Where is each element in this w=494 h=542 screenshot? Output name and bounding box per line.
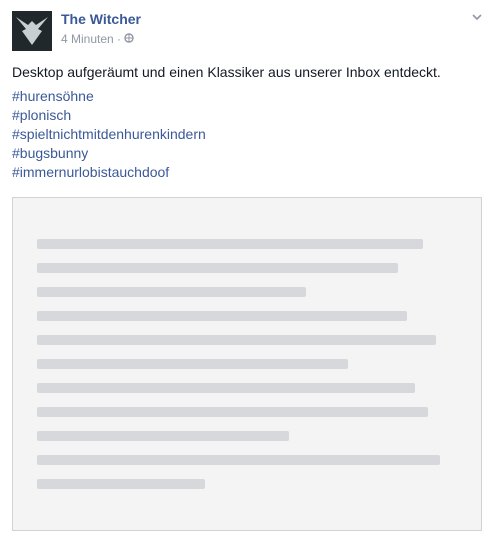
screenshot-text-omitted [37, 225, 457, 503]
page-avatar[interactable] [12, 11, 52, 51]
globe-icon [124, 32, 135, 46]
witcher-logo-icon [12, 11, 52, 51]
meta-separator: · [117, 31, 122, 46]
chevron-down-icon[interactable] [470, 10, 484, 24]
hashtag-link[interactable]: #bugsbunny [12, 144, 206, 163]
hashtag-link[interactable]: #immernurlobistauchdoof [12, 163, 206, 182]
page-name[interactable]: The Witcher [61, 11, 141, 27]
post-timestamp[interactable]: 4 Minuten [61, 32, 114, 46]
embedded-message-screenshot[interactable] [12, 197, 482, 531]
hashtag-link[interactable]: #spieltnichtmitdenhurenkindern [12, 125, 206, 144]
hashtag-link[interactable]: #hurensöhne [12, 87, 206, 106]
post-caption: Desktop aufgeräumt und einen Klassiker a… [12, 64, 441, 80]
post-meta: 4 Minuten · [61, 31, 135, 46]
hashtag-link[interactable]: #plonisch [12, 106, 206, 125]
hashtag-list: #hurensöhne #plonisch #spieltnichtmitden… [12, 87, 206, 182]
facebook-post: The Witcher 4 Minuten · Desktop aufgeräu… [0, 0, 494, 542]
